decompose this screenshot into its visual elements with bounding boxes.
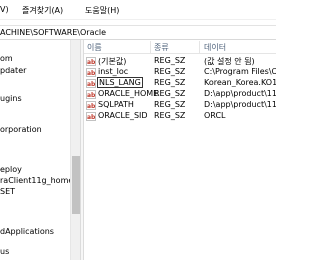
list-header: 이름 종류 데이터 (84, 40, 276, 54)
value-name: inst_loc (98, 67, 129, 76)
value-type: REG_SZ (154, 111, 186, 120)
svg-text:ab: ab (87, 103, 96, 110)
svg-text:ab: ab (87, 114, 96, 121)
tree-item[interactable]: us (0, 247, 9, 256)
tree-item[interactable]: pdater (0, 66, 26, 75)
tree-item[interactable]: orporation (0, 125, 42, 134)
value-type: REG_SZ (154, 56, 186, 65)
value-type: REG_SZ (154, 100, 186, 109)
tree-item[interactable]: raClient11g_home1 (0, 176, 78, 185)
value-name: SQLPATH (98, 100, 134, 109)
reg-string-ab-icon: ab (86, 79, 96, 88)
svg-text:ab: ab (87, 81, 96, 88)
menu-view[interactable]: V) (0, 5, 9, 14)
tree-item[interactable]: ugins (0, 94, 22, 103)
value-data: ORCL (204, 111, 226, 120)
reg-string-ab-icon: ab (86, 112, 96, 121)
tree-scrollbar[interactable] (70, 40, 80, 260)
tree-item[interactable]: eploy (0, 165, 22, 174)
value-data: C:\Program Files\Oracle\Inv (204, 67, 276, 76)
value-data: D:\app\product\11.2.0\cl (204, 100, 276, 109)
value-data: Korean_Korea.KO16KSC5601 (204, 78, 276, 87)
table-row[interactable]: ab (기본값) REG_SZ (값 설정 안 됨) (84, 56, 276, 67)
value-type: REG_SZ (154, 89, 186, 98)
tree-item[interactable]: om (0, 54, 13, 63)
reg-string-ab-icon: ab (86, 57, 96, 66)
reg-string-ab-icon: ab (86, 101, 96, 110)
svg-text:ab: ab (87, 92, 96, 99)
reg-string-ab-icon: ab (86, 90, 96, 99)
value-name: ORACLE_HOME (98, 89, 159, 98)
menu-favorites[interactable]: 즐겨찾기(A) (22, 5, 63, 16)
table-row-selected[interactable]: ab NLS_LANG REG_SZ Korean_Korea.KO16KSC5… (84, 77, 276, 89)
column-header-name[interactable]: 이름 (87, 42, 102, 53)
value-data: (값 설정 안 됨) (204, 57, 255, 66)
value-data: D:\app\product\11.2.0\cl (204, 89, 276, 98)
value-name: (기본값) (98, 57, 127, 66)
value-type: REG_SZ (154, 78, 186, 87)
table-row[interactable]: ab inst_loc REG_SZ C:\Program Files\Orac… (84, 67, 276, 78)
address-path: ACHINE\SOFTWARE\Oracle (0, 28, 107, 37)
column-divider[interactable] (199, 41, 200, 53)
value-type: REG_SZ (154, 67, 186, 76)
values-list[interactable]: 이름 종류 데이터 ab (기본값) REG_SZ (값 설정 안 됨) ab … (84, 40, 276, 260)
column-header-data[interactable]: 데이터 (204, 42, 226, 53)
column-divider[interactable] (150, 41, 151, 53)
value-name: NLS_LANG (97, 77, 143, 88)
tree-item[interactable]: SET (0, 187, 15, 196)
tree-scrollbar-thumb[interactable] (72, 156, 80, 214)
key-tree[interactable]: om pdater ugins orporation eploy raClien… (0, 40, 80, 260)
column-header-type[interactable]: 종류 (154, 42, 169, 53)
tree-item[interactable]: dApplications (0, 227, 54, 236)
table-row[interactable]: ab ORACLE_HOME REG_SZ D:\app\product\11.… (84, 89, 276, 100)
table-row[interactable]: ab SQLPATH REG_SZ D:\app\product\11.2.0\… (84, 100, 276, 111)
address-bar[interactable]: ACHINE\SOFTWARE\Oracle (0, 25, 276, 40)
reg-string-ab-icon: ab (86, 68, 96, 77)
menu-help[interactable]: 도움말(H) (85, 5, 119, 16)
value-name: ORACLE_SID (98, 111, 148, 120)
svg-text:ab: ab (87, 70, 96, 77)
menu-bar: V) 즐겨찾기(A) 도움말(H) (0, 0, 276, 20)
svg-text:ab: ab (87, 59, 96, 66)
table-row[interactable]: ab ORACLE_SID REG_SZ ORCL (84, 111, 276, 122)
